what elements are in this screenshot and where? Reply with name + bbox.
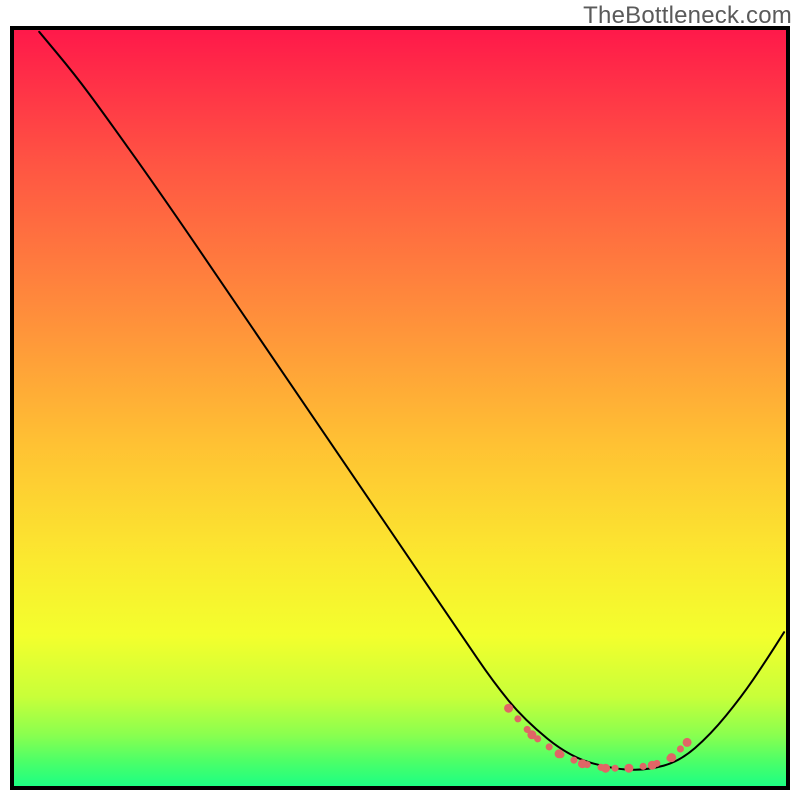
optimal-zone-dot xyxy=(624,764,633,773)
optimal-zone-dot xyxy=(667,753,676,762)
optimal-zone-dot xyxy=(578,759,587,768)
bottleneck-chart xyxy=(0,0,800,800)
optimal-zone-dot xyxy=(601,764,610,773)
watermark-text: TheBottleneck.com xyxy=(583,2,792,30)
gradient-background xyxy=(12,28,788,788)
optimal-zone-dot xyxy=(683,738,692,747)
optimal-zone-dot xyxy=(555,749,564,758)
optimal-zone-dot xyxy=(527,730,536,739)
chart-container: TheBottleneck.com xyxy=(0,0,800,800)
optimal-zone-dot xyxy=(504,704,513,713)
optimal-zone-dot xyxy=(648,761,657,770)
